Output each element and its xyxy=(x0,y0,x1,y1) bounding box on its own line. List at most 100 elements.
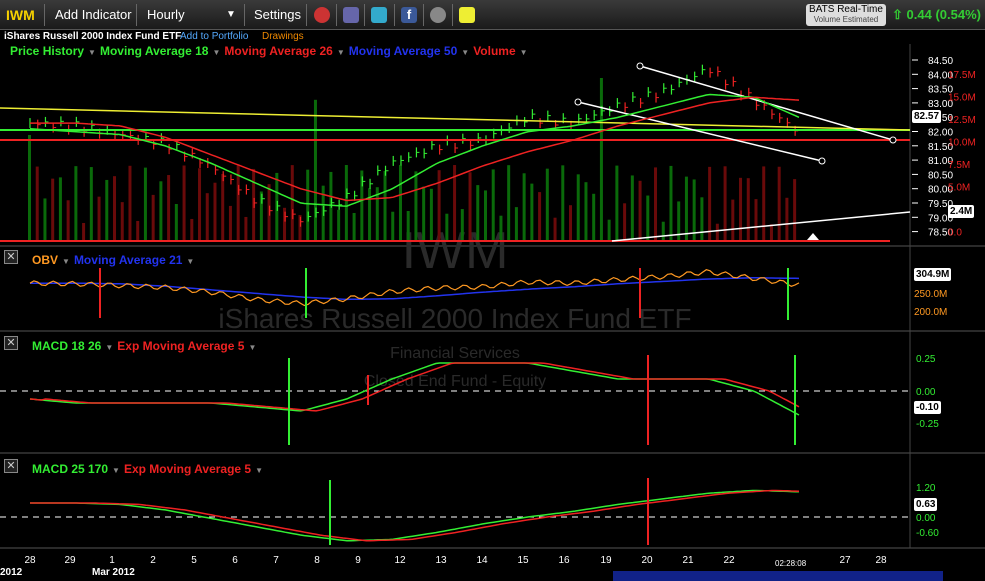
horizontal-scrollbar[interactable] xyxy=(613,571,943,581)
volume-bar xyxy=(731,199,735,240)
volume-bar xyxy=(290,165,294,240)
legend-item[interactable]: Moving Average 50 xyxy=(349,44,457,58)
volume-bar xyxy=(398,165,402,240)
volume-bar xyxy=(97,196,101,240)
chevron-down-icon[interactable]: ▼ xyxy=(248,343,256,352)
volume-bar xyxy=(337,209,341,240)
obv-legend[interactable]: OBV ▼ Moving Average 21 ▼ xyxy=(32,253,198,267)
volume-bar xyxy=(715,223,719,240)
obv-ma-line xyxy=(30,277,800,301)
legend-item[interactable]: Volume xyxy=(473,44,515,58)
marker-triangle xyxy=(807,233,819,240)
volume-bar xyxy=(198,168,202,240)
volume-bar xyxy=(167,175,171,240)
chevron-down-icon[interactable]: ▼ xyxy=(112,466,120,475)
volume-tick-label: 0.0 xyxy=(948,228,962,239)
volume-tick-label: 12.5M xyxy=(948,115,976,126)
volume-bar xyxy=(615,165,619,240)
chevron-down-icon[interactable]: ▼ xyxy=(62,257,70,266)
volume-bar xyxy=(66,200,70,240)
volume-bar xyxy=(777,166,781,240)
macd1-tick-label: -0.25 xyxy=(916,419,939,430)
chevron-down-icon[interactable]: ▼ xyxy=(461,48,469,57)
volume-bar xyxy=(623,203,627,240)
volume-bar xyxy=(630,175,634,240)
volume-bar xyxy=(700,197,704,240)
volume-bar xyxy=(43,198,47,240)
volume-bar xyxy=(136,220,140,240)
volume-bar xyxy=(429,188,433,240)
legend-item[interactable]: Moving Average 18 xyxy=(100,44,208,58)
volume-tick-label: 15.0M xyxy=(948,93,976,104)
chart-canvas[interactable]: IWM iShares Russell 2000 Index Fund ETF … xyxy=(0,0,985,581)
volume-bar xyxy=(228,205,232,240)
x-tick-label: 27 xyxy=(839,555,851,566)
legend-item[interactable]: MACD 18 26 xyxy=(32,339,101,353)
volume-bar xyxy=(391,211,395,240)
x-tick-label: 28 xyxy=(875,555,887,566)
price-legend[interactable]: Price History ▼ Moving Average 18 ▼ Moving A… xyxy=(10,44,532,58)
volume-bar xyxy=(607,219,611,240)
volume-bar xyxy=(89,167,93,240)
volume-bar xyxy=(244,216,248,240)
chevron-down-icon[interactable]: ▼ xyxy=(337,48,345,57)
volume-bars xyxy=(28,78,797,241)
x-tick-label: 1 xyxy=(109,555,115,566)
volume-bar xyxy=(739,177,743,240)
chevron-down-icon[interactable]: ▼ xyxy=(255,466,263,475)
x-tick-label: 19 xyxy=(600,555,612,566)
price-tick-label: 84.50 xyxy=(928,56,953,67)
x-tick-label: 2 xyxy=(150,555,156,566)
x-tick-label: 15 xyxy=(517,555,529,566)
legend-item[interactable]: Price History xyxy=(10,44,84,58)
volume-bar xyxy=(82,222,86,240)
x-tick-label: 12 xyxy=(394,555,406,566)
volume-bar xyxy=(151,194,155,240)
volume-bar xyxy=(723,166,727,240)
volume-bar xyxy=(769,224,773,240)
legend-item[interactable]: Moving Average 21 xyxy=(74,253,182,267)
volume-bar xyxy=(746,178,750,240)
chevron-down-icon[interactable]: ▼ xyxy=(105,343,113,352)
volume-bar xyxy=(692,179,696,240)
volume-bar xyxy=(313,99,317,241)
volume-bar xyxy=(507,165,511,240)
volume-bar xyxy=(352,212,356,240)
legend-item[interactable]: MACD 25 170 xyxy=(32,462,108,476)
macd1-last-badge: -0.10 xyxy=(914,401,941,414)
trendline-handle xyxy=(636,62,644,70)
chevron-down-icon[interactable]: ▼ xyxy=(520,48,528,57)
legend-item[interactable]: Moving Average 26 xyxy=(224,44,332,58)
cursor-time: 02:28:08 xyxy=(775,559,807,568)
close-macd1-icon[interactable]: ✕ xyxy=(4,336,18,350)
trendline-handle xyxy=(889,136,897,144)
legend-item[interactable]: Exp Moving Average 5 xyxy=(124,462,251,476)
volume-tick-label: 7.5M xyxy=(948,160,970,171)
macd2-signal-line xyxy=(30,489,800,542)
x-tick-label: 6 xyxy=(232,555,238,566)
x-tick-label: 5 xyxy=(191,555,197,566)
volume-bar xyxy=(128,165,132,240)
volume-bar xyxy=(793,179,797,240)
macd1-legend[interactable]: MACD 18 26 ▼ Exp Moving Average 5 ▼ xyxy=(32,339,260,353)
volume-bar xyxy=(437,170,441,240)
macd2-tick-label: 0.00 xyxy=(916,513,936,524)
x-tick-label: 14 xyxy=(476,555,488,566)
legend-item[interactable]: Exp Moving Average 5 xyxy=(117,339,244,353)
x-tick-label: 20 xyxy=(641,555,653,566)
macd2-tick-label: -0.60 xyxy=(916,528,939,539)
obv-tick-label: 200.0M xyxy=(914,307,947,318)
legend-item[interactable]: OBV xyxy=(32,253,58,267)
chevron-down-icon[interactable]: ▼ xyxy=(186,257,194,266)
chevron-down-icon[interactable]: ▼ xyxy=(212,48,220,57)
watermark-name: iShares Russell 2000 Index Fund ETF xyxy=(218,303,691,334)
volume-bar xyxy=(143,167,147,240)
close-macd2-icon[interactable]: ✕ xyxy=(4,459,18,473)
last-volume-badge: 2.4M xyxy=(948,205,975,218)
chevron-down-icon[interactable]: ▼ xyxy=(88,48,96,57)
macd2-legend[interactable]: MACD 25 170 ▼ Exp Moving Average 5 ▼ xyxy=(32,462,267,476)
volume-bar xyxy=(159,181,163,240)
volume-bar xyxy=(113,176,117,240)
volume-bar xyxy=(344,165,348,240)
close-obv-icon[interactable]: ✕ xyxy=(4,250,18,264)
